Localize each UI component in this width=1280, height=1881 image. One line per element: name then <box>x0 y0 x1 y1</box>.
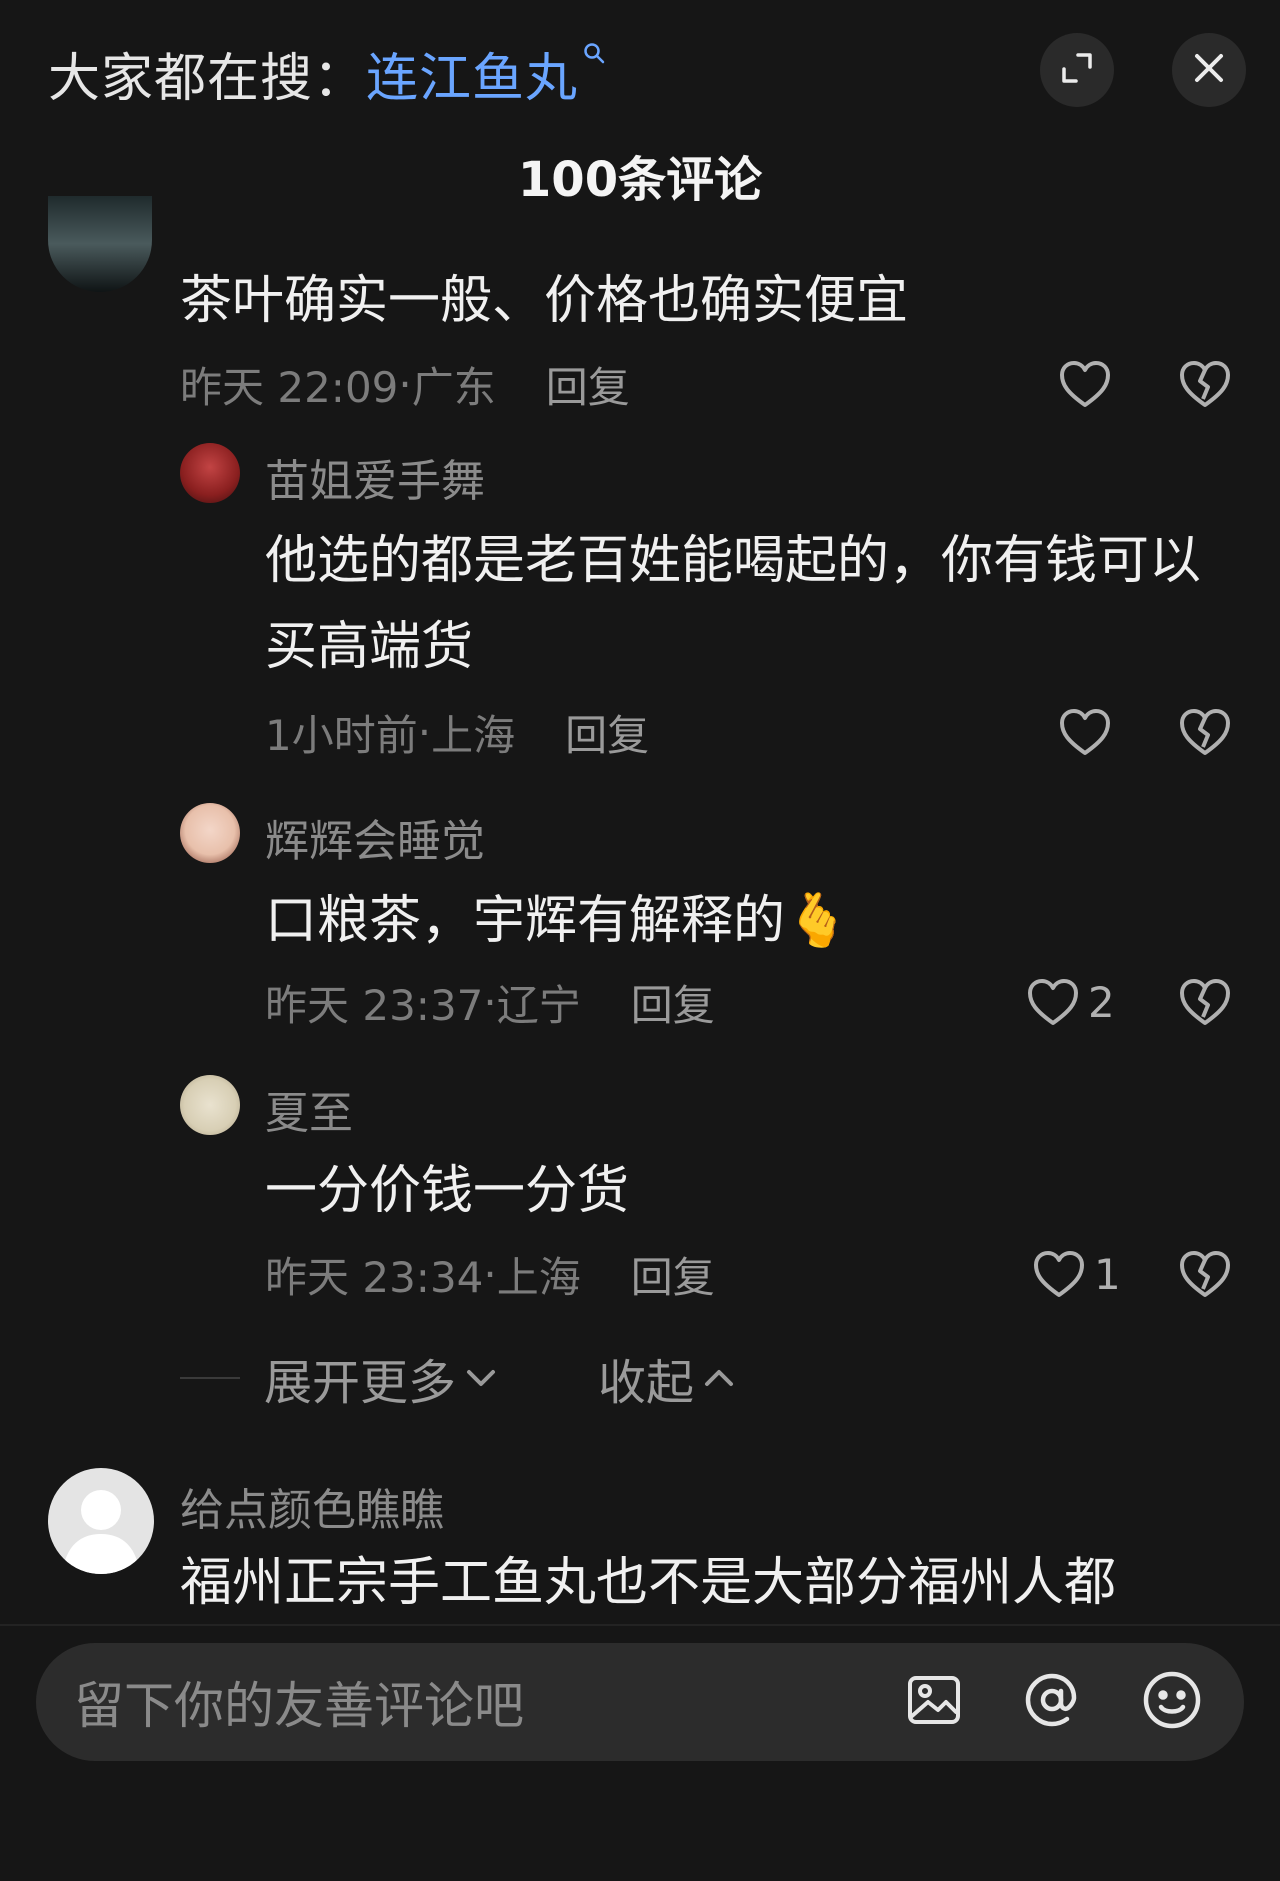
broken-heart-icon <box>1178 707 1232 757</box>
broken-heart-icon <box>1178 359 1232 409</box>
heart-icon <box>1032 1249 1086 1299</box>
mention-button[interactable] <box>1012 1662 1092 1742</box>
comment-location: 广东 <box>411 362 496 412</box>
reply-meta: 1小时前 · 上海 回复 <box>265 704 649 760</box>
reply-location: 上海 <box>496 1252 581 1302</box>
collapse-button[interactable]: 收起 <box>598 1343 736 1413</box>
expand-icon <box>1060 51 1094 89</box>
comment-input[interactable]: 留下你的友善评论吧 <box>36 1643 1244 1761</box>
reply-meta: 昨天 23:34 · 上海 回复 <box>265 1246 715 1302</box>
reply-text: 口粮茶，宇辉有解释的 <box>265 891 786 951</box>
heart-icon <box>1058 707 1112 757</box>
expand-button[interactable] <box>1040 33 1114 107</box>
avatar[interactable] <box>48 1468 154 1574</box>
comment-input-placeholder: 留下你的友善评论吧 <box>74 1677 524 1735</box>
broken-heart-icon <box>1178 1249 1232 1299</box>
reply-time: 昨天 23:34 <box>265 1252 484 1302</box>
comment-text: 福州正宗手工鱼丸也不是大部分福州人都 <box>180 1553 1117 1613</box>
like-button[interactable]: 2 <box>1026 974 1115 1030</box>
default-avatar-icon <box>62 1490 140 1574</box>
chevron-up-icon <box>702 1367 736 1389</box>
reply-meta: 昨天 23:37 · 辽宁 回复 <box>265 974 715 1030</box>
close-icon <box>1192 51 1226 89</box>
reply-text: 一分价钱一分货 <box>265 1161 630 1221</box>
reply-time: 1小时前 <box>265 710 418 760</box>
avatar[interactable] <box>180 803 240 863</box>
like-count: 2 <box>1088 977 1115 1027</box>
reply-button[interactable]: 回复 <box>631 972 715 1033</box>
heart-icon <box>1058 359 1112 409</box>
close-button[interactable] <box>1172 33 1246 107</box>
like-button[interactable] <box>1058 356 1112 412</box>
like-count: 1 <box>1094 1249 1121 1299</box>
emoji-icon <box>1141 1669 1203 1735</box>
heart-icon <box>1026 977 1080 1027</box>
mention-icon <box>1022 1670 1082 1734</box>
reply-separator: · <box>483 1249 497 1299</box>
chevron-down-icon <box>464 1367 498 1389</box>
avatar[interactable] <box>48 196 152 292</box>
dislike-button[interactable] <box>1178 974 1232 1030</box>
reply-button[interactable]: 回复 <box>565 702 649 763</box>
dislike-button[interactable] <box>1178 1246 1232 1302</box>
reply-author-name[interactable]: 辉辉会睡觉 <box>265 805 485 869</box>
composer-divider <box>0 1624 1280 1626</box>
reply-location: 上海 <box>431 710 516 760</box>
replies-toggle-row: 展开更多 收起 <box>180 1338 736 1418</box>
dislike-button[interactable] <box>1178 704 1232 760</box>
like-button[interactable]: 1 <box>1032 1246 1121 1302</box>
expand-more-button[interactable]: 展开更多 <box>264 1343 498 1413</box>
comment-text: 茶叶确实一般、价格也确实便宜 <box>180 271 909 331</box>
like-button[interactable] <box>1058 704 1120 760</box>
broken-heart-icon <box>1178 977 1232 1027</box>
reply-author-name[interactable]: 夏至 <box>265 1077 353 1141</box>
trending-search-prefix: 大家都在搜： <box>48 48 367 109</box>
comment-time: 昨天 22:09 <box>180 362 399 412</box>
emoji-picker-button[interactable] <box>1132 1662 1212 1742</box>
collapse-label: 收起 <box>598 1355 695 1411</box>
reply-separator: · <box>417 707 432 757</box>
trending-search-term[interactable]: 连江鱼丸 <box>366 36 578 111</box>
image-icon <box>906 1672 962 1732</box>
search-icon <box>582 41 606 71</box>
avatar[interactable] <box>180 1075 240 1135</box>
trending-search[interactable]: 大家都在搜： 连江鱼丸 <box>48 36 606 111</box>
reply-separator: · <box>483 977 497 1027</box>
reply-author-name[interactable]: 苗姐爱手舞 <box>265 445 485 509</box>
comment-separator: · <box>398 359 412 409</box>
comments-panel: 大家都在搜： 连江鱼丸 100条评论 茶叶确实一般、价格也确实便宜 昨天 22:… <box>0 0 1280 1881</box>
image-picker-button[interactable] <box>894 1662 974 1742</box>
reply-text: 他选的都是老百姓能喝起的，你有钱可以买高端货 <box>265 531 1202 677</box>
hand-heart-emoji: 🫰 <box>785 891 850 951</box>
comment-author-name[interactable]: 给点颜色瞧瞧 <box>180 1474 444 1538</box>
expand-more-label: 展开更多 <box>264 1355 457 1411</box>
reply-text-line: 口粮茶，宇辉有解释的🫰 <box>265 878 1245 964</box>
reply-button[interactable]: 回复 <box>631 1244 715 1305</box>
reply-time: 昨天 23:37 <box>265 980 484 1030</box>
comment-count-title: 100条评论 <box>517 152 763 208</box>
comment-meta: 昨天 22:09 · 广东 回复 <box>180 356 630 412</box>
avatar[interactable] <box>180 443 240 503</box>
divider-line <box>180 1377 240 1379</box>
reply-button[interactable]: 回复 <box>546 354 630 415</box>
dislike-button[interactable] <box>1178 356 1232 412</box>
reply-location: 辽宁 <box>496 980 581 1030</box>
